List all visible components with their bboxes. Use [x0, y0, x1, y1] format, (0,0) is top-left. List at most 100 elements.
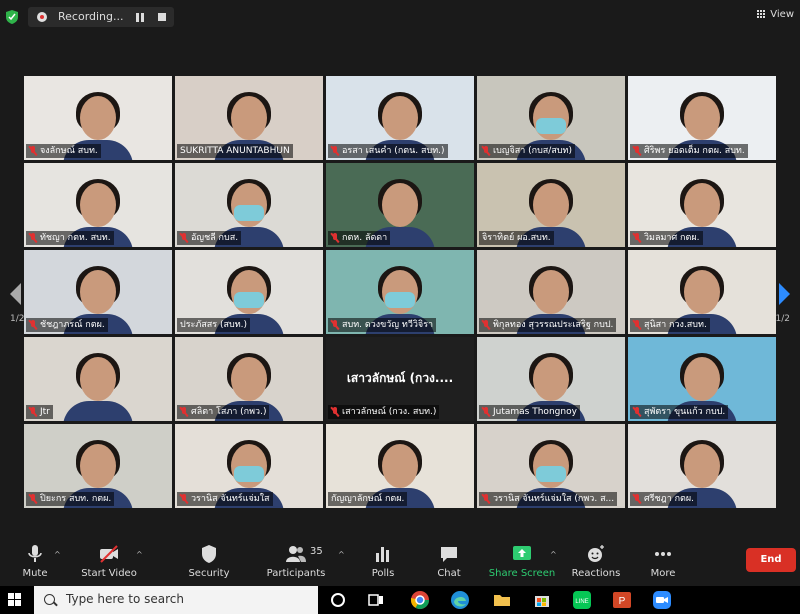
powerpoint-icon[interactable]: P	[612, 590, 632, 610]
cortana-icon[interactable]	[328, 590, 348, 610]
participant-tile[interactable]: อัญชลี กบส.	[175, 163, 323, 247]
participant-tile[interactable]: ปิยะกร สบท. กตผ.	[24, 424, 172, 508]
participant-tile[interactable]: ประภัสสร (สบท.)	[175, 250, 323, 334]
participant-video	[63, 349, 133, 421]
participant-tile[interactable]: อรสา เสนคำ (กตน. สบท.)	[326, 76, 474, 160]
muted-microphone-icon	[29, 146, 37, 156]
participant-name-label: จงลักษณ์ สบท.	[26, 144, 101, 158]
participant-tile[interactable]: วรานิส จันทร์แจ่มใส (กพว. ส...	[477, 424, 625, 508]
previous-page-arrow-icon[interactable]	[10, 283, 21, 305]
participant-name-label: ศรีชฎา กตผ.	[630, 492, 698, 506]
participant-name-label: สุนิสา กวง.สบท.	[630, 318, 710, 332]
stop-recording-icon[interactable]	[158, 13, 166, 21]
participant-name-label: วรานิส จันทร์แจ่มใส	[177, 492, 273, 506]
taskbar-search-placeholder: Type here to search	[66, 592, 184, 606]
participant-name: สุพัตรา ขุนแก้ว กบป.	[644, 407, 726, 417]
taskbar-search-box[interactable]: Type here to search	[34, 586, 318, 614]
search-icon	[44, 594, 55, 605]
mute-label: Mute	[22, 568, 48, 579]
face-mask	[234, 292, 264, 308]
gallery-view: จงลักษณ์ สบท. SUKRITTA ANUNTABHUN อรสา เสน…	[24, 76, 776, 508]
microsoft-store-icon[interactable]	[532, 590, 552, 610]
participant-tile[interactable]: ศรีชฎา กตผ.	[628, 424, 776, 508]
participant-name-label: กัญญาลักษณ์ กตผ.	[328, 492, 408, 506]
participant-name-label: อรสา เสนคำ (กตน. สบท.)	[328, 144, 448, 158]
face-mask	[536, 466, 566, 482]
share-screen-button[interactable]: Share Screen	[487, 544, 557, 579]
participant-tile[interactable]: ชัชฎาภรณ์ กตผ.	[24, 250, 172, 334]
participant-name: ศลิตา โสภา (กพว.)	[191, 407, 267, 417]
participant-tile[interactable]: วิมลมาศ กตผ.	[628, 163, 776, 247]
participant-tile[interactable]: วรานิส จันทร์แจ่มใส	[175, 424, 323, 508]
participants-count: 35	[310, 546, 323, 557]
participant-name-label: กตห. ลัดดา	[328, 231, 391, 245]
participant-tile[interactable]: กัญญาลักษณ์ กตผ.	[326, 424, 474, 508]
next-page-arrow-icon[interactable]	[779, 283, 790, 305]
participant-tile[interactable]: เสาวลักษณ์ (กวง.... เสาวลักษณ์ (กวง. สบท.…	[326, 337, 474, 421]
participants-chevron-icon[interactable]: ^	[338, 550, 345, 559]
participant-name-label: วรานิส จันทร์แจ่มใส (กพว. ส...	[479, 492, 618, 506]
svg-text:LINE: LINE	[575, 599, 588, 605]
task-view-icon[interactable]	[366, 590, 386, 610]
muted-microphone-icon	[482, 494, 490, 504]
chat-button[interactable]: Chat	[414, 544, 484, 579]
participant-tile[interactable]: ทัชญา กตห. สบท.	[24, 163, 172, 247]
participant-tile[interactable]: จิราทิตย์ ผอ.สบท.	[477, 163, 625, 247]
polls-button[interactable]: Polls	[348, 544, 418, 579]
muted-microphone-icon	[29, 320, 37, 330]
participant-tile[interactable]: Jutamas Thongnoy	[477, 337, 625, 421]
participant-tile[interactable]: สุนิสา กวง.สบท.	[628, 250, 776, 334]
participant-name: กตห. ลัดดา	[342, 233, 388, 243]
participant-name: อรสา เสนคำ (กตน. สบท.)	[342, 146, 445, 156]
video-off-icon	[100, 545, 118, 563]
participant-name: Jtr	[40, 407, 50, 417]
participant-tile[interactable]: กตห. ลัดดา	[326, 163, 474, 247]
participant-name: ประภัสสร (สบท.)	[180, 320, 248, 330]
video-options-chevron-icon[interactable]: ^	[136, 550, 143, 559]
microphone-icon	[28, 545, 42, 562]
file-explorer-icon[interactable]	[492, 590, 512, 610]
participant-tile[interactable]: ศลิตา โสภา (กพว.)	[175, 337, 323, 421]
pause-recording-icon[interactable]	[136, 13, 145, 22]
audio-options-chevron-icon[interactable]: ^	[54, 550, 61, 559]
face-mask	[385, 292, 415, 308]
more-button[interactable]: More	[628, 544, 698, 579]
reactions-button[interactable]: Reactions	[561, 544, 631, 579]
zoom-app-icon[interactable]	[652, 590, 672, 610]
share-options-chevron-icon[interactable]: ^	[550, 550, 557, 559]
participant-tile[interactable]: ศิริพร ยอดเต็ม กตผ. สบท.	[628, 76, 776, 160]
view-button[interactable]: View	[757, 9, 794, 20]
participant-display-name: เสาวลักษณ์ (กวง....	[346, 371, 454, 385]
participant-name: สุนิสา กวง.สบท.	[644, 320, 707, 330]
start-video-button[interactable]: Start Video	[74, 544, 144, 579]
participant-tile[interactable]: จงลักษณ์ สบท.	[24, 76, 172, 160]
line-app-icon[interactable]: LINE	[572, 590, 592, 610]
participant-tile[interactable]: สบท. ดวงขวัญ ทวีวิจิรา	[326, 250, 474, 334]
participant-name-label: อัญชลี กบส.	[177, 231, 242, 245]
start-video-label: Start Video	[81, 568, 137, 579]
participant-tile[interactable]: SUKRITTA ANUNTABHUN	[175, 76, 323, 160]
participant-name: ศิริพร ยอดเต็ม กตผ. สบท.	[644, 146, 745, 156]
chrome-icon[interactable]	[410, 590, 430, 610]
recording-icon	[37, 12, 47, 22]
participant-name-label: สบท. ดวงขวัญ ทวีวิจิรา	[328, 318, 437, 332]
windows-start-icon[interactable]	[8, 593, 22, 607]
view-label: View	[770, 9, 794, 20]
recording-indicator: Recording...	[28, 7, 174, 27]
more-dots-icon	[655, 552, 671, 556]
participant-name: SUKRITTA ANUNTABHUN	[180, 146, 290, 156]
participant-tile[interactable]: พิกุลทอง สุวรรณประเสริฐ กบป.	[477, 250, 625, 334]
end-meeting-button[interactable]: End	[746, 548, 796, 572]
reactions-emoji-icon	[588, 545, 604, 562]
edge-icon[interactable]	[450, 590, 470, 610]
muted-microphone-icon	[29, 407, 37, 417]
participant-name-label: Jtr	[26, 405, 53, 419]
security-label: Security	[188, 568, 230, 579]
participant-tile[interactable]: Jtr	[24, 337, 172, 421]
grid-view-icon	[757, 10, 766, 19]
security-button[interactable]: Security	[174, 544, 244, 579]
muted-microphone-icon	[331, 320, 339, 330]
participant-tile[interactable]: เบญจิสา (กบส/สบท)	[477, 76, 625, 160]
participant-tile[interactable]: สุพัตรา ขุนแก้ว กบป.	[628, 337, 776, 421]
share-screen-label: Share Screen	[488, 568, 556, 579]
